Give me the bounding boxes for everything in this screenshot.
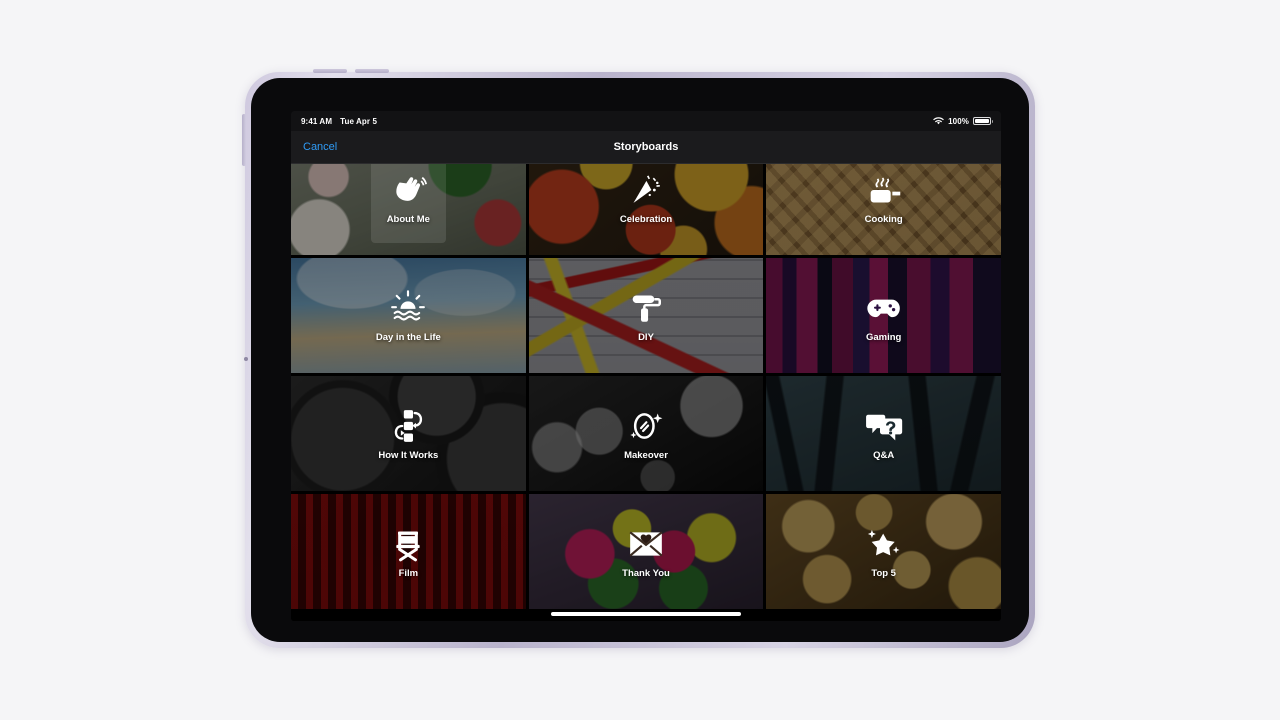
sunrise-water-icon bbox=[388, 288, 428, 328]
ipad-bezel: 9:41 AM Tue Apr 5 100% Storyboards Cance… bbox=[251, 78, 1029, 642]
heart-envelope-icon bbox=[626, 524, 666, 564]
storyboard-tile[interactable]: Thank You bbox=[528, 494, 764, 609]
tile-label: Film bbox=[398, 568, 419, 580]
star-sparkle-icon bbox=[864, 524, 904, 564]
wifi-icon bbox=[933, 117, 944, 125]
status-time: 9:41 AM bbox=[301, 116, 333, 126]
tile-content: How It Works bbox=[291, 376, 526, 491]
storyboard-tile[interactable]: Q&A bbox=[766, 376, 1001, 491]
steaming-cup-icon bbox=[864, 170, 904, 210]
storyboard-tile[interactable]: Top 5 bbox=[766, 494, 1001, 609]
tile-content: About Me bbox=[371, 152, 446, 243]
storyboard-tile[interactable]: Gaming bbox=[766, 258, 1001, 373]
tile-label: Makeover bbox=[624, 450, 668, 462]
tile-label: Thank You bbox=[622, 568, 670, 580]
battery-percent-label: 100% bbox=[948, 116, 969, 126]
tile-label: Top 5 bbox=[871, 568, 896, 580]
status-bar: 9:41 AM Tue Apr 5 100% bbox=[291, 111, 1001, 131]
tile-content: Gaming bbox=[766, 258, 1001, 373]
page-title: Storyboards bbox=[613, 141, 679, 153]
director-chair-icon bbox=[388, 524, 428, 564]
volume-down-button[interactable] bbox=[355, 69, 389, 73]
ipad-screen: 9:41 AM Tue Apr 5 100% Storyboards Cance… bbox=[291, 111, 1001, 621]
storyboard-grid[interactable]: About Me Celebration Cooking Day in the Lif… bbox=[291, 140, 1001, 621]
tile-label: Cooking bbox=[864, 214, 903, 226]
front-camera-icon bbox=[244, 357, 248, 361]
storyboard-tile[interactable]: Day in the Life bbox=[291, 258, 526, 373]
tile-label: Q&A bbox=[873, 450, 895, 462]
power-button[interactable] bbox=[242, 114, 246, 166]
home-indicator[interactable] bbox=[551, 612, 741, 616]
party-popper-icon bbox=[626, 170, 666, 210]
tile-label: Celebration bbox=[619, 214, 673, 226]
tile-content: Q&A bbox=[766, 376, 1001, 491]
tile-content: Film bbox=[291, 494, 526, 609]
cancel-button[interactable]: Cancel bbox=[303, 141, 337, 153]
battery-fill bbox=[975, 119, 989, 123]
gamepad-icon bbox=[864, 288, 904, 328]
tile-content: Thank You bbox=[529, 494, 764, 609]
tile-content: Makeover bbox=[529, 376, 764, 491]
navigation-bar: Storyboards Cancel bbox=[291, 131, 1001, 164]
status-bar-right: 100% bbox=[933, 116, 993, 126]
screenshot-stage: 9:41 AM Tue Apr 5 100% Storyboards Cance… bbox=[0, 0, 1280, 720]
tile-label: About Me bbox=[386, 214, 430, 226]
tile-content: Top 5 bbox=[766, 494, 1001, 609]
tile-label: How It Works bbox=[378, 450, 439, 462]
storyboard-tile[interactable]: Makeover bbox=[528, 376, 764, 491]
status-bar-left: 9:41 AM Tue Apr 5 bbox=[301, 117, 377, 126]
status-date: Tue Apr 5 bbox=[340, 116, 377, 126]
paint-roller-icon bbox=[626, 288, 666, 328]
tile-content: Day in the Life bbox=[291, 258, 526, 373]
storyboard-tile[interactable]: How It Works bbox=[291, 376, 526, 491]
flowchart-icon bbox=[388, 406, 428, 446]
tile-label: Gaming bbox=[865, 332, 902, 344]
waving-hands-icon bbox=[388, 170, 428, 210]
speech-question-icon bbox=[864, 406, 904, 446]
mirror-sparkle-icon bbox=[626, 406, 666, 446]
tile-label: DIY bbox=[638, 332, 654, 344]
ipad-device-frame: 9:41 AM Tue Apr 5 100% Storyboards Cance… bbox=[242, 69, 1035, 648]
tile-content: DIY bbox=[529, 258, 764, 373]
battery-icon bbox=[973, 117, 993, 125]
volume-up-button[interactable] bbox=[313, 69, 347, 73]
storyboard-tile[interactable]: Film bbox=[291, 494, 526, 609]
tile-label: Day in the Life bbox=[375, 332, 441, 344]
storyboard-tile[interactable]: DIY bbox=[528, 258, 764, 373]
